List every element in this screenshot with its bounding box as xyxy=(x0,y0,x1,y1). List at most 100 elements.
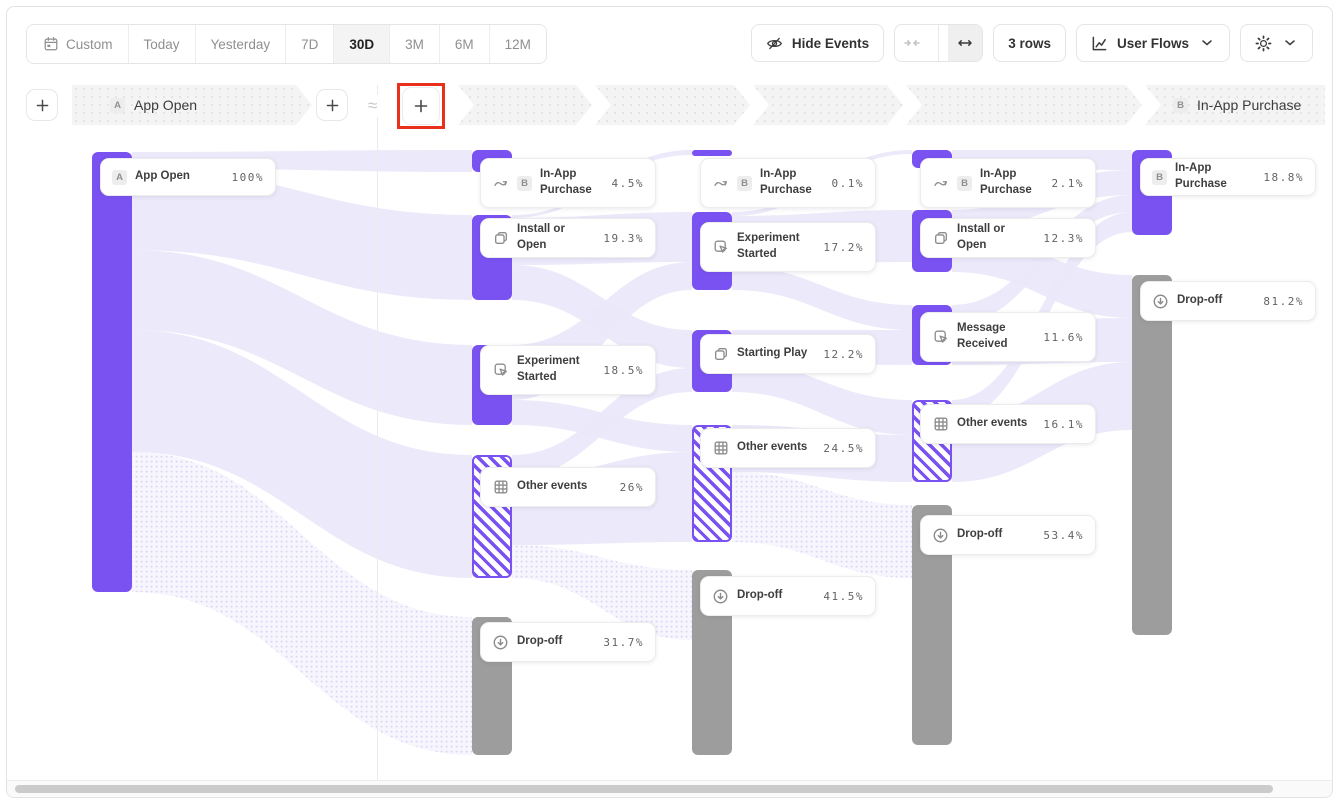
add-step-after-a-button[interactable] xyxy=(316,89,348,121)
flow-node-card-in-app-purchase[interactable]: BIn-App Purchase18.8% xyxy=(1140,158,1316,196)
flow-node-card-drop-off[interactable]: Drop-off 81.2% xyxy=(1140,281,1316,321)
click-icon xyxy=(712,239,729,256)
approx-symbol: ≈ xyxy=(366,95,379,117)
chevron-down-icon xyxy=(1198,35,1215,52)
node-value: 81.2% xyxy=(1263,295,1304,308)
chevron-down-icon xyxy=(1281,35,1298,52)
flow-node-bar-in-app-purchase[interactable] xyxy=(692,150,732,156)
node-value: 12.3% xyxy=(1043,232,1084,245)
node-label: Other events xyxy=(737,440,815,456)
node-value: 31.7% xyxy=(603,636,644,649)
step-segment-in-app-purchase[interactable]: B In-App Purchase xyxy=(1145,85,1325,125)
node-value: 19.3% xyxy=(603,232,644,245)
node-slot-badge: B xyxy=(957,176,972,191)
node-label: Drop-off xyxy=(517,634,595,650)
node-label: Experiment Started xyxy=(517,354,595,385)
rows-button[interactable]: 3 rows xyxy=(993,24,1066,62)
date-range-label: 7D xyxy=(301,37,318,52)
flow-node-card-drop-off[interactable]: Drop-off 31.7% xyxy=(480,622,656,662)
date-range-3m[interactable]: 3M xyxy=(390,25,440,63)
flow-node-card-install-or-open[interactable]: Install or Open 12.3% xyxy=(920,218,1096,258)
node-value: 18.5% xyxy=(603,364,644,377)
add-step-before-button[interactable] xyxy=(26,89,58,121)
arrows-inward-icon xyxy=(904,35,921,52)
node-value: 100% xyxy=(232,171,265,184)
trend-arrow-icon xyxy=(712,175,729,192)
date-range-label: Custom xyxy=(66,37,113,52)
date-range-custom[interactable]: Custom xyxy=(27,25,129,63)
date-range-label: Yesterday xyxy=(211,37,271,52)
grid-icon xyxy=(712,440,729,457)
grid-icon xyxy=(492,479,509,496)
flow-node-card-app-open[interactable]: AApp Open100% xyxy=(100,158,276,196)
collapse-columns-button[interactable] xyxy=(895,25,929,61)
horizontal-scrollbar-track[interactable] xyxy=(7,780,1332,797)
flow-node-card-install-or-open[interactable]: Install or Open19.3% xyxy=(480,218,656,258)
settings-dropdown[interactable] xyxy=(1240,24,1313,62)
step-slot-badge: B xyxy=(1173,98,1188,113)
date-range-7d[interactable]: 7D xyxy=(286,25,334,63)
flow-ribbon xyxy=(732,472,912,578)
view-selector-dropdown[interactable]: User Flows xyxy=(1076,24,1230,62)
date-range-12m[interactable]: 12M xyxy=(490,25,546,63)
node-value: 17.2% xyxy=(823,241,864,254)
flow-node-card-experiment-started[interactable]: Experiment Started17.2% xyxy=(700,222,876,272)
date-range-yesterday[interactable]: Yesterday xyxy=(196,25,287,63)
node-value: 24.5% xyxy=(823,442,864,455)
highlighted-add-step-button[interactable] xyxy=(397,83,445,129)
step-segment-app-open[interactable]: A App Open xyxy=(72,85,312,125)
node-label: Message Received xyxy=(957,321,1035,352)
date-range-6m[interactable]: 6M xyxy=(440,25,490,63)
date-range-label: 12M xyxy=(505,37,531,52)
flow-ribbon xyxy=(732,266,912,330)
node-label: Other events xyxy=(957,416,1035,432)
step-label: App Open xyxy=(134,97,197,113)
click-icon xyxy=(492,362,509,379)
step-segment-empty-4 xyxy=(906,85,1142,125)
flow-node-bar-drop-off[interactable] xyxy=(1132,275,1172,635)
plus-icon xyxy=(413,98,430,115)
node-value: 53.4% xyxy=(1043,529,1084,542)
arrow-down-circle-icon xyxy=(932,527,949,544)
node-label: Drop-off xyxy=(957,527,1035,543)
node-label: In-App Purchase xyxy=(540,167,604,198)
flow-node-card-message-received[interactable]: Message Received11.6% xyxy=(920,312,1096,362)
node-label: In-App Purchase xyxy=(760,167,824,198)
flow-node-card-drop-off[interactable]: Drop-off41.5% xyxy=(700,576,876,616)
rows-label: 3 rows xyxy=(1008,36,1051,51)
flow-ribbon xyxy=(952,195,1132,325)
node-slot-badge: B xyxy=(517,176,532,191)
horizontal-scrollbar-thumb[interactable] xyxy=(15,785,1273,793)
view-selector-label: User Flows xyxy=(1117,36,1189,51)
flow-node-card-in-app-purchase[interactable]: B In-App Purchase 2.1% xyxy=(920,158,1096,208)
date-range-label: 30D xyxy=(349,37,374,52)
date-range-label: 3M xyxy=(405,37,424,52)
node-label: Starting Play xyxy=(737,346,815,362)
flow-node-card-in-app-purchase[interactable]: BIn-App Purchase4.5% xyxy=(480,158,656,208)
node-slot-badge: A xyxy=(112,170,127,185)
arrow-down-circle-icon xyxy=(1152,293,1169,310)
step-label: In-App Purchase xyxy=(1197,97,1301,113)
flow-node-card-other-events[interactable]: Other events16.1% xyxy=(920,404,1096,444)
flow-node-card-drop-off[interactable]: Drop-off 53.4% xyxy=(920,515,1096,555)
node-label: Install or Open xyxy=(957,222,1035,253)
node-label: Other events xyxy=(517,479,612,495)
node-value: 2.1% xyxy=(1052,177,1085,190)
trend-arrow-icon xyxy=(492,175,509,192)
node-label: In-App Purchase xyxy=(980,167,1044,198)
flow-node-bar-app-open[interactable] xyxy=(92,152,132,592)
date-range-today[interactable]: Today xyxy=(129,25,196,63)
grid-icon xyxy=(932,416,949,433)
flow-node-card-starting-play[interactable]: Starting Play12.2% xyxy=(700,334,876,374)
flow-node-card-experiment-started[interactable]: Experiment Started 18.5% xyxy=(480,345,656,395)
flow-ribbon xyxy=(512,400,692,452)
date-range-30d[interactable]: 30D xyxy=(334,25,390,63)
arrow-down-circle-icon xyxy=(712,588,729,605)
flow-node-card-other-events[interactable]: Other events 24.5% xyxy=(700,428,876,468)
node-label: Drop-off xyxy=(1177,293,1255,309)
expand-columns-button[interactable] xyxy=(948,25,982,61)
gear-icon xyxy=(1255,35,1272,52)
hide-events-button[interactable]: Hide Events xyxy=(751,24,884,62)
flow-node-card-in-app-purchase[interactable]: BIn-App Purchase0.1% xyxy=(700,158,876,208)
flow-node-card-other-events[interactable]: Other events26% xyxy=(480,467,656,507)
